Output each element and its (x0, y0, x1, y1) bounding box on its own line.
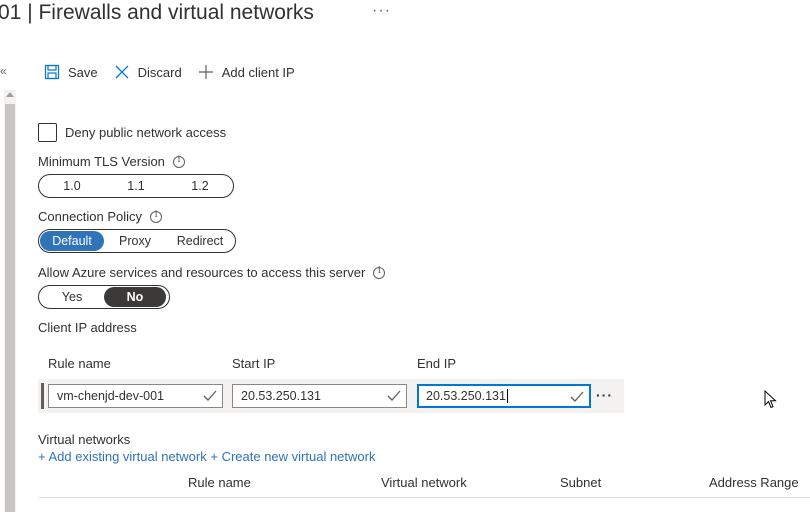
allow-azure-services-toggle: Yes No (38, 285, 170, 309)
allow-azure-option-yes[interactable]: Yes (40, 287, 104, 307)
virtual-network-actions: + Add existing virtual network + Create … (38, 449, 375, 464)
client-ip-label: Client IP address (38, 320, 137, 335)
vnet-column-address-range: Address Range (709, 475, 799, 490)
allow-azure-services-label: Allow Azure services and resources to ac… (38, 265, 386, 280)
deny-public-access-label: Deny public network access (65, 125, 227, 140)
info-icon[interactable] (172, 155, 185, 168)
info-icon[interactable] (373, 266, 386, 279)
checkmark-icon (203, 390, 217, 401)
deny-public-access-checkbox[interactable] (38, 123, 57, 142)
deny-public-access-row: Deny public network access (38, 123, 226, 142)
save-icon (44, 64, 60, 80)
add-existing-vnet-link[interactable]: + Add existing virtual network (38, 449, 207, 464)
row-more-options-button[interactable]: ··· (596, 387, 613, 403)
vertical-scrollbar[interactable] (4, 90, 16, 512)
end-ip-input[interactable]: 20.53.250.131 (417, 384, 591, 408)
policy-option-proxy[interactable]: Proxy (104, 231, 166, 251)
rule-name-value: vm-chenjd-dev-001 (57, 389, 164, 403)
more-options-button[interactable]: ··· (372, 2, 391, 20)
checkmark-icon (570, 391, 584, 402)
column-header-rule-name: Rule name (48, 356, 111, 371)
tls-version-label: Minimum TLS Version (38, 154, 185, 169)
scrollbar-thumb[interactable] (5, 104, 15, 512)
save-label: Save (68, 64, 98, 80)
column-header-end-ip: End IP (417, 356, 457, 371)
plus-icon (198, 65, 213, 79)
connection-policy-label: Connection Policy (38, 209, 163, 224)
vnet-column-subnet: Subnet (560, 475, 602, 490)
close-icon (115, 65, 129, 79)
policy-option-default[interactable]: Default (40, 231, 104, 251)
save-button[interactable]: Save (44, 64, 98, 80)
double-chevron-left-icon[interactable]: « (0, 64, 7, 78)
end-ip-value: 20.53.250.131 (426, 389, 506, 403)
vnet-column-rule-name: Rule name (188, 475, 251, 490)
rule-name-input[interactable]: vm-chenjd-dev-001 (48, 384, 223, 408)
command-bar: Save Discard Add client IP (44, 60, 311, 84)
add-client-ip-button[interactable]: Add client IP (198, 64, 295, 80)
scroll-up-arrow-icon[interactable] (6, 92, 14, 97)
checkmark-icon (387, 390, 401, 401)
add-client-ip-label: Add client IP (221, 64, 295, 80)
allow-azure-option-no[interactable]: No (104, 287, 166, 307)
vnet-column-virtual-network: Virtual network (381, 475, 467, 490)
firewall-rule-row: vm-chenjd-dev-001 20.53.250.131 20.53.25… (38, 379, 624, 413)
start-ip-input[interactable]: 20.53.250.131 (232, 384, 407, 408)
page-title: 01 | Firewalls and virtual networks (0, 1, 314, 24)
start-ip-value: 20.53.250.131 (241, 389, 321, 403)
policy-option-redirect[interactable]: Redirect (166, 231, 234, 251)
virtual-networks-label: Virtual networks (38, 432, 131, 447)
tls-option-1-0[interactable]: 1.0 (40, 176, 104, 196)
create-new-vnet-link[interactable]: + Create new virtual network (210, 449, 375, 464)
allow-azure-services-text: Allow Azure services and resources to ac… (38, 265, 366, 280)
connection-policy-text: Connection Policy (38, 209, 143, 224)
row-selection-indicator (41, 383, 44, 409)
table-divider (38, 497, 810, 498)
tls-version-text: Minimum TLS Version (38, 154, 165, 169)
column-header-start-ip: Start IP (232, 356, 276, 371)
tls-option-1-1[interactable]: 1.1 (104, 176, 168, 196)
tls-option-1-2[interactable]: 1.2 (168, 176, 232, 196)
info-icon[interactable] (150, 210, 163, 223)
text-caret (506, 389, 508, 403)
discard-button[interactable]: Discard (114, 64, 182, 80)
tls-version-toggle: 1.0 1.1 1.2 (38, 174, 234, 198)
discard-label: Discard (137, 64, 182, 80)
connection-policy-toggle: Default Proxy Redirect (38, 229, 236, 253)
mouse-pointer-icon (764, 390, 777, 409)
